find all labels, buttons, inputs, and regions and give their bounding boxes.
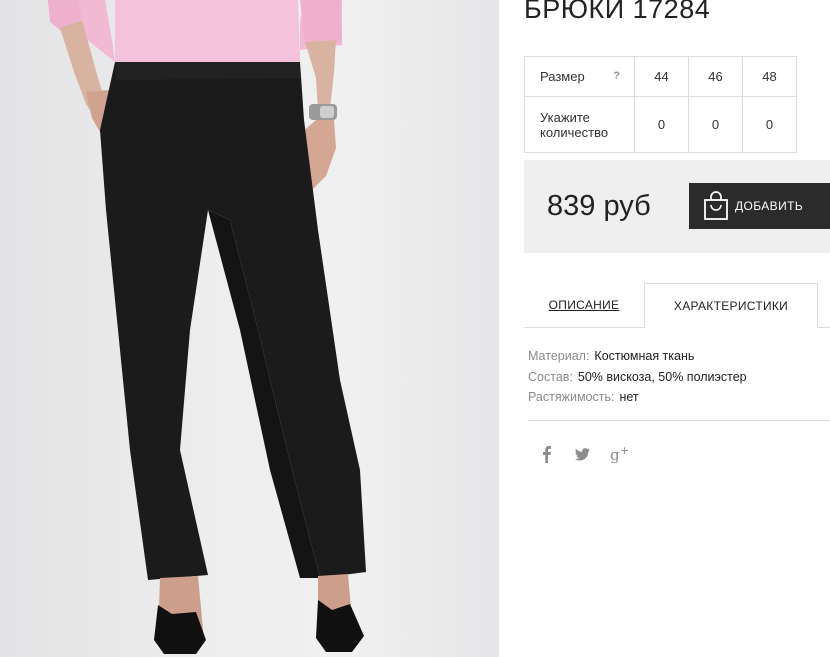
spec-value: нет: [619, 390, 639, 404]
svg-text:+: +: [620, 444, 629, 457]
spec-material: Материал: Костюмная ткань: [528, 346, 747, 367]
tab-characteristics[interactable]: ХАРАКТЕРИСТИКИ: [644, 283, 818, 328]
product-title: БРЮКИ 17284: [524, 0, 711, 24]
social-share: g +: [540, 444, 630, 464]
quantity-input-44[interactable]: 0: [634, 96, 689, 153]
size-help-icon[interactable]: ?: [613, 70, 620, 82]
product-tabs: ОПИСАНИЕ ХАРАКТЕРИСТИКИ: [524, 283, 830, 328]
spec-stretch: Растяжимость: нет: [528, 387, 747, 408]
buy-box: 839 руб ДОБАВИТЬ: [524, 160, 830, 253]
quantity-input-46[interactable]: 0: [688, 96, 743, 153]
spec-value: Костюмная ткань: [594, 349, 695, 363]
facebook-icon[interactable]: [540, 444, 554, 464]
add-to-cart-label: ДОБАВИТЬ: [735, 199, 804, 213]
specs-list: Материал: Костюмная ткань Состав: 50% виск…: [528, 346, 747, 408]
shopping-bag-icon: [704, 191, 728, 220]
quantity-row: Укажите количество 0 0 0: [524, 96, 797, 153]
quantity-label: Укажите количество: [540, 109, 609, 140]
product-photo: [0, 0, 499, 657]
tabs-baseline: [818, 327, 830, 328]
size-46: 46: [688, 56, 743, 97]
size-label: Размер: [540, 69, 585, 84]
size-44: 44: [634, 56, 689, 97]
tab-description[interactable]: ОПИСАНИЕ: [524, 283, 644, 328]
size-row: Размер ? 44 46 48: [524, 56, 797, 97]
size-quantity-table: Размер ? 44 46 48 Укажите количество 0 0…: [524, 56, 797, 153]
add-to-cart-button[interactable]: ДОБАВИТЬ: [689, 183, 830, 229]
spec-key: Состав:: [528, 369, 573, 384]
spec-key: Растяжимость:: [528, 390, 615, 404]
tab-characteristics-label: ХАРАКТЕРИСТИКИ: [673, 299, 789, 313]
price: 839 руб: [547, 190, 651, 222]
spec-key: Материал:: [528, 349, 590, 363]
size-48: 48: [742, 56, 797, 97]
model-trousers-image: [48, 0, 366, 654]
quantity-label-cell: Укажите количество: [524, 96, 635, 153]
google-plus-icon[interactable]: g +: [610, 444, 630, 464]
divider: [528, 420, 830, 421]
tab-description-label: ОПИСАНИЕ: [548, 298, 620, 312]
twitter-icon[interactable]: [573, 444, 591, 464]
spec-composition: Состав: 50% вискоза, 50% полиэстер: [528, 367, 747, 388]
size-label-cell: Размер ?: [524, 56, 635, 97]
svg-text:g: g: [610, 446, 620, 464]
spec-value: 50% вискоза, 50% полиэстер: [577, 369, 747, 384]
quantity-input-48[interactable]: 0: [742, 96, 797, 153]
